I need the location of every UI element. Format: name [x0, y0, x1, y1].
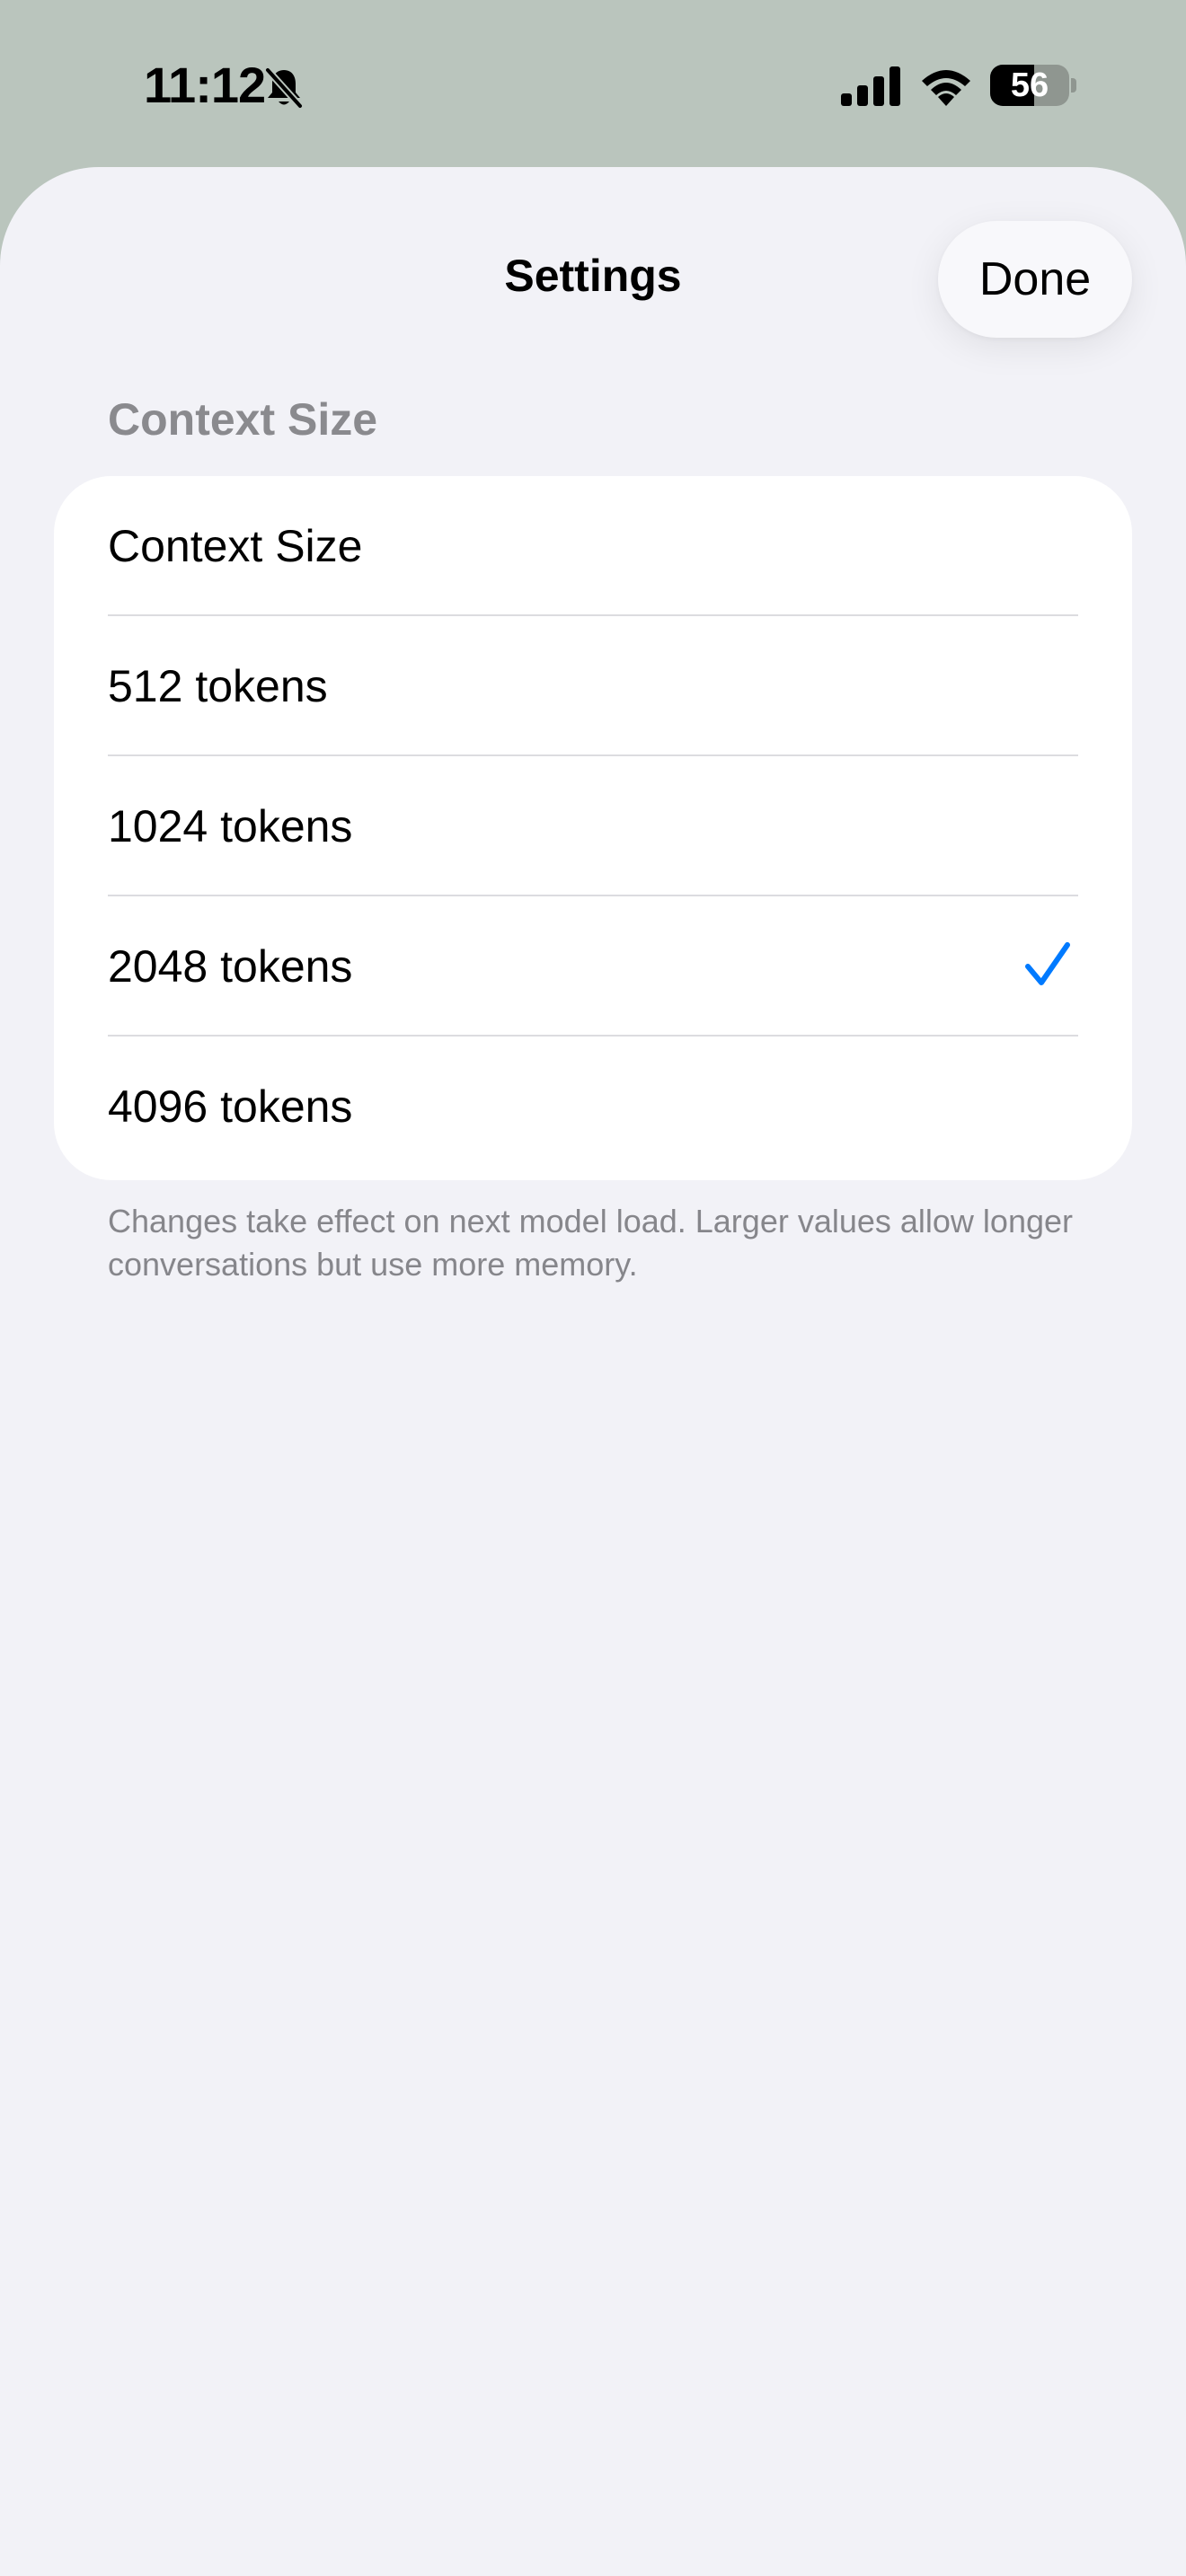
settings-sheet: Settings Done Context Size Context Size … — [0, 167, 1186, 2576]
section-footer: Changes take effect on next model load. … — [108, 1203, 1074, 1283]
battery-icon: 56 — [990, 65, 1076, 106]
option-label: 512 tokens — [108, 661, 328, 711]
wifi-icon — [922, 70, 970, 106]
done-button[interactable]: Done — [938, 221, 1132, 338]
option-label: 1024 tokens — [108, 801, 353, 851]
option-row-2048[interactable]: 2048 tokens — [54, 896, 1132, 1037]
cellular-signal-icon — [841, 66, 900, 106]
battery-level: 56 — [1010, 66, 1049, 104]
option-label: 4096 tokens — [108, 1081, 353, 1132]
option-row-1024[interactable]: 1024 tokens — [54, 756, 1132, 896]
checkmark-icon — [1025, 942, 1070, 985]
option-label: 2048 tokens — [108, 941, 353, 992]
battery-body: 56 — [990, 65, 1069, 106]
context-size-picker-row: Context Size — [54, 476, 1132, 616]
picker-label: Context Size — [108, 521, 363, 571]
status-bar: 11:12 56 — [0, 0, 1186, 167]
sheet-title: Settings — [504, 251, 682, 301]
option-row-4096[interactable]: 4096 tokens — [54, 1037, 1132, 1177]
option-row-512[interactable]: 512 tokens — [54, 616, 1132, 756]
battery-cap — [1071, 78, 1076, 93]
status-time: 11:12 — [144, 57, 266, 113]
bell-slash-icon — [264, 66, 304, 110]
section-header: Context Size — [108, 394, 378, 445]
context-size-group: Context Size 512 tokens 1024 tokens 2048… — [54, 476, 1132, 1180]
